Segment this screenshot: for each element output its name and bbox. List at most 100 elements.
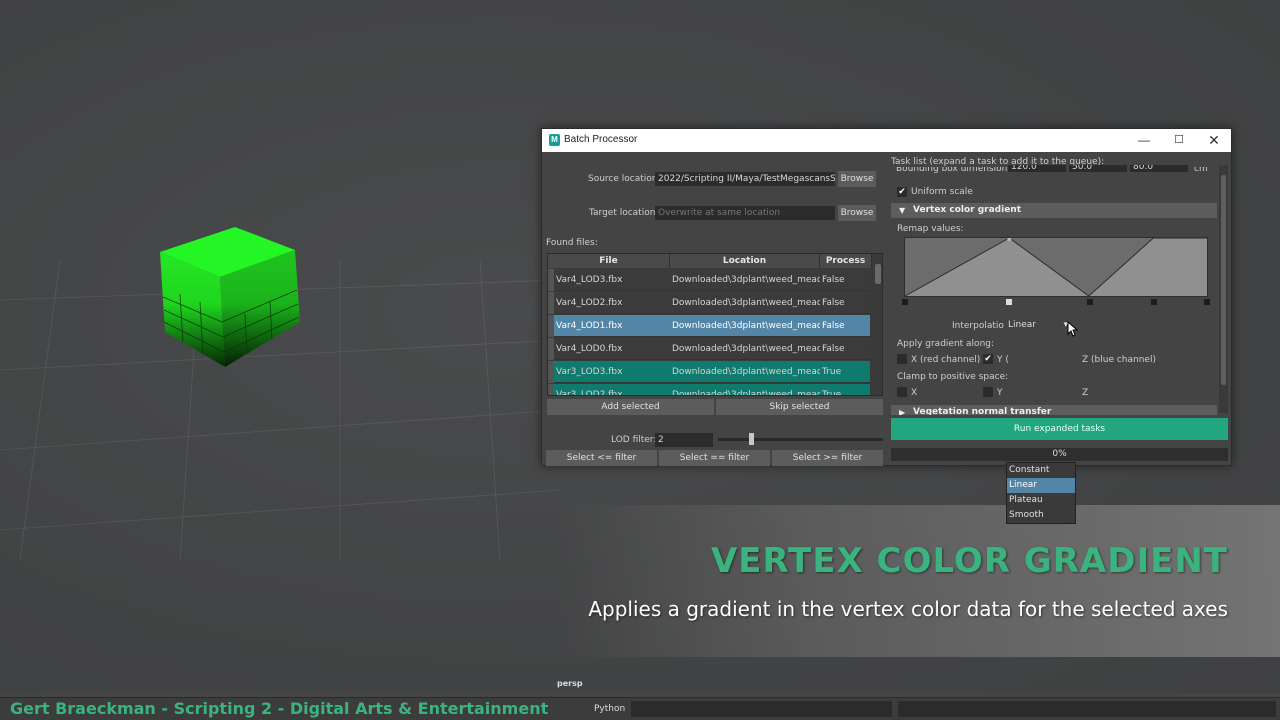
bbox-x-input[interactable]: 120.0 (1008, 165, 1066, 172)
uniform-scale-label: Uniform scale (911, 187, 973, 197)
location-cell: Downloaded\3dplant\weed_meado... (672, 390, 820, 396)
table-scrollbar-thumb[interactable] (875, 264, 881, 284)
process-cell: True (822, 367, 842, 377)
lod-filter-slider[interactable] (718, 438, 883, 441)
target-browse-button[interactable]: Browse (838, 205, 876, 221)
location-cell: Downloaded\3dplant\weed_meado... (672, 367, 820, 377)
target-location-input[interactable]: Overwrite at same location (655, 206, 835, 220)
dropdown-option-constant[interactable]: Constant (1007, 463, 1075, 478)
uniform-scale-checkbox[interactable]: ✔ (897, 187, 907, 197)
lod-filter-input[interactable]: 2 (655, 433, 713, 447)
location-cell: Downloaded\3dplant\weed_meado... (672, 344, 820, 354)
dropdown-option-smooth[interactable]: Smooth (1007, 508, 1075, 523)
green-cube-mesh[interactable] (155, 222, 305, 372)
process-cell: False (822, 298, 845, 308)
column-header-process[interactable]: Process (820, 254, 872, 268)
expand-down-icon: ▼ (899, 206, 906, 215)
table-scrollbar[interactable] (873, 254, 882, 395)
clamp-y-checkbox[interactable] (983, 387, 993, 397)
select-ge-filter-button[interactable]: Select >= filter (772, 450, 883, 466)
vertex-color-gradient-title: Vertex color gradient (913, 205, 1022, 215)
process-cell: True (822, 390, 842, 396)
status-bar: Gert Braeckman - Scripting 2 - Digital A… (0, 697, 1280, 720)
file-cell: Var3_LOD3.fbx (556, 367, 623, 377)
file-cell: Var4_LOD1.fbx (556, 321, 623, 331)
maya-app-icon: M (549, 134, 560, 146)
gradient-key-handle[interactable] (1151, 299, 1157, 305)
axis-y-label: Y ( (997, 355, 1009, 365)
axis-x-checkbox[interactable] (897, 354, 907, 364)
gradient-key-handle-selected[interactable] (1006, 299, 1012, 305)
process-cell: False (822, 275, 845, 285)
skip-selected-button[interactable]: Skip selected (716, 399, 883, 415)
credits-text: Gert Braeckman - Scripting 2 - Digital A… (10, 699, 549, 718)
bbox-unit: cm (1194, 167, 1208, 174)
select-eq-filter-button[interactable]: Select == filter (659, 450, 770, 466)
python-command-input[interactable] (631, 701, 892, 717)
dropdown-option-plateau[interactable]: Plateau (1007, 493, 1075, 508)
task-list-panel[interactable]: Bounding box dimensions: 120.0 50.0 80.0… (891, 165, 1228, 415)
location-cell: Downloaded\3dplant\weed_meado... (672, 275, 820, 285)
vegetation-normal-transfer-title: Vegetation normal transfer (913, 407, 1052, 415)
file-cell: Var4_LOD2.fbx (556, 298, 623, 308)
remap-gradient-graph[interactable] (904, 237, 1208, 297)
found-files-table[interactable]: File Location Process Var4_LOD3.fbx Down… (547, 253, 883, 396)
clamp-label: Clamp to positive space: (897, 372, 1009, 382)
task-list-scrollbar-thumb[interactable] (1221, 175, 1226, 385)
window-title: Batch Processor (564, 134, 638, 145)
axis-y-checkbox[interactable]: ✔ (983, 354, 993, 364)
window-titlebar[interactable]: M Batch Processor — ☐ ✕ (542, 129, 1231, 152)
interpolation-dropdown-list[interactable]: Constant Linear Plateau Smooth (1006, 462, 1076, 524)
select-le-filter-button[interactable]: Select <= filter (546, 450, 657, 466)
axis-x-label: X (red channel) (911, 355, 981, 365)
table-row[interactable]: Var3_LOD2.fbx Downloaded\3dplant\weed_me… (548, 384, 870, 396)
interpolation-label: Interpolation (952, 321, 1010, 331)
clamp-z-label: Z (1082, 388, 1089, 398)
source-browse-button[interactable]: Browse (838, 171, 876, 187)
vertex-color-gradient-header[interactable]: ▼ Vertex color gradient (891, 203, 1217, 218)
table-row[interactable]: Var4_LOD0.fbx Downloaded\3dplant\weed_me… (548, 338, 870, 360)
column-header-location[interactable]: Location (670, 254, 820, 268)
viewport-camera-label: persp (557, 679, 583, 688)
task-list-scrollbar[interactable] (1219, 165, 1228, 413)
caption-subtitle: Applies a gradient in the vertex color d… (588, 597, 1228, 621)
python-label[interactable]: Python (594, 704, 625, 714)
table-row[interactable]: Var4_LOD1.fbx Downloaded\3dplant\weed_me… (548, 315, 870, 337)
progress-text: 0% (1052, 449, 1067, 459)
file-cell: Var4_LOD3.fbx (556, 275, 623, 285)
process-cell: False (822, 321, 845, 331)
dropdown-option-linear[interactable]: Linear (1007, 478, 1075, 493)
location-cell: Downloaded\3dplant\weed_meado... (672, 298, 820, 308)
gradient-key-handle[interactable] (902, 299, 908, 305)
gradient-key-handle[interactable] (1204, 299, 1210, 305)
apply-gradient-label: Apply gradient along: (897, 339, 995, 349)
caption-background (560, 505, 1280, 657)
close-button[interactable]: ✕ (1204, 132, 1224, 148)
bbox-z-input[interactable]: 80.0 (1130, 165, 1188, 172)
interpolation-value: Linear (1008, 320, 1036, 330)
table-row[interactable]: Var4_LOD3.fbx Downloaded\3dplant\weed_me… (548, 269, 870, 291)
add-selected-button[interactable]: Add selected (547, 399, 714, 415)
lod-filter-slider-handle[interactable] (749, 433, 754, 445)
table-row[interactable]: Var4_LOD2.fbx Downloaded\3dplant\weed_me… (548, 292, 870, 314)
vegetation-normal-transfer-header[interactable]: ▶ Vegetation normal transfer (891, 405, 1217, 415)
location-cell: Downloaded\3dplant\weed_meado... (672, 321, 820, 331)
progress-bar: 0% (891, 448, 1228, 461)
source-location-label: Source location: (588, 174, 661, 184)
expand-right-icon: ▶ (899, 408, 906, 415)
process-cell: False (822, 344, 845, 354)
batch-processor-window[interactable]: M Batch Processor — ☐ ✕ Source location:… (541, 128, 1232, 524)
table-row[interactable]: Var3_LOD3.fbx Downloaded\3dplant\weed_me… (548, 361, 870, 383)
maximize-button[interactable]: ☐ (1169, 132, 1189, 148)
run-expanded-tasks-button[interactable]: Run expanded tasks (891, 418, 1228, 440)
bbox-y-input[interactable]: 50.0 (1069, 165, 1127, 172)
interpolation-select[interactable]: Linear ▾ (1004, 319, 1072, 332)
file-cell: Var4_LOD0.fbx (556, 344, 623, 354)
mouse-cursor-icon (1067, 321, 1079, 337)
source-location-input[interactable]: 2022/Scripting II/Maya/TestMegascansSour… (655, 172, 835, 186)
clamp-x-checkbox[interactable] (897, 387, 907, 397)
column-header-file[interactable]: File (548, 254, 670, 268)
minimize-button[interactable]: — (1134, 132, 1154, 148)
gradient-key-handle[interactable] (1087, 299, 1093, 305)
found-files-label: Found files: (546, 238, 598, 248)
